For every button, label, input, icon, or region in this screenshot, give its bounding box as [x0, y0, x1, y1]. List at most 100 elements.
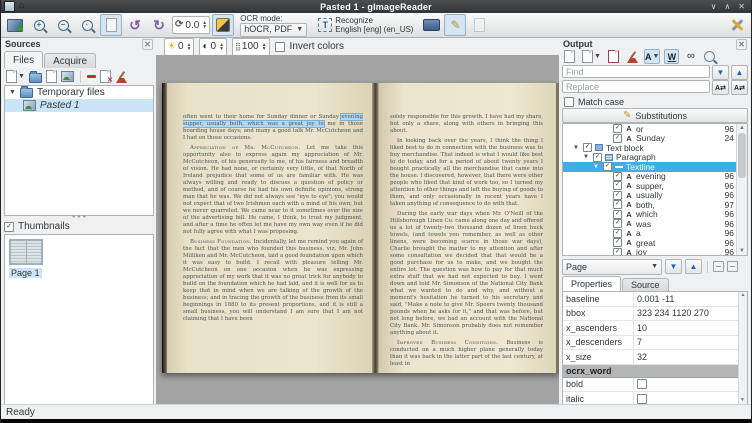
hocr-tree-row[interactable]: ✓Asupper,96	[563, 181, 747, 191]
sources-close-icon[interactable]: ✕	[142, 39, 153, 50]
best-fit-button[interactable]	[100, 14, 122, 36]
contrast-spinbox[interactable]: ◐ 0 ▲▼	[199, 38, 227, 56]
navigation-target-combo[interactable]: Page ▼	[562, 259, 662, 275]
match-case-checkbox[interactable]: ✓	[564, 97, 574, 107]
close-button[interactable]: ✕	[738, 2, 745, 11]
tab-properties[interactable]: Properties	[562, 276, 621, 291]
expander-icon[interactable]: ▼	[593, 164, 600, 170]
hocr-tree-row[interactable]: ✓ASunday24	[563, 134, 747, 144]
settings-button[interactable]	[730, 18, 744, 32]
expander-icon[interactable]: ▼	[9, 89, 16, 96]
save-output-button[interactable]: ▼	[581, 49, 602, 64]
hocr-tree-row[interactable]: ✓Aevening96	[563, 172, 747, 182]
zoom-selection-button[interactable]	[702, 49, 717, 64]
hocr-tree-row[interactable]: ✓Aor96	[563, 124, 747, 134]
page-thumbnail[interactable]	[9, 239, 43, 265]
find-prev-button[interactable]: ▲	[731, 65, 748, 80]
bold-checkbox[interactable]: ✓	[637, 379, 647, 389]
find-replace-toggle[interactable]: A▼	[644, 49, 660, 64]
item-checkbox[interactable]: ✓	[613, 172, 622, 181]
item-checkbox[interactable]: ✓	[613, 248, 622, 256]
resolution-spinner[interactable]: ▲▼	[262, 43, 267, 51]
screenshot-button[interactable]	[61, 71, 74, 82]
zoom-out-button[interactable]: −	[52, 14, 74, 36]
clear-output-button[interactable]	[625, 49, 640, 64]
expander-icon[interactable]: ▼	[573, 145, 580, 151]
source-file-row[interactable]: Pasted 1	[5, 99, 153, 112]
image-viewport[interactable]: often went to their home for Sunday dinn…	[156, 55, 559, 405]
hocr-tree-row[interactable]: ✓Awas96	[563, 219, 747, 229]
replace-input[interactable]	[562, 80, 710, 93]
item-checkbox[interactable]: ✓	[603, 162, 612, 171]
blank-page-button[interactable]	[468, 14, 490, 36]
image-controls-toggle[interactable]	[212, 14, 234, 36]
hocr-tree-row[interactable]: ✓Agreat96	[563, 238, 747, 248]
substitute-button[interactable]: A⇄	[712, 80, 729, 95]
remove-source-button[interactable]	[87, 75, 96, 78]
add-folder-icon[interactable]	[29, 73, 42, 83]
item-checkbox[interactable]: ✓	[613, 181, 622, 190]
brightness-spinner[interactable]: ▲▼	[187, 43, 192, 51]
minimize-button[interactable]: ∨	[711, 2, 717, 11]
hocr-tree-row[interactable]: ▼✓Paragraph	[563, 153, 747, 163]
export-button[interactable]	[606, 49, 621, 64]
item-checkbox[interactable]: ✓	[593, 153, 602, 162]
brightness-spinbox[interactable]: ☀ 0 ▲▼	[164, 38, 194, 56]
tab-acquire[interactable]: Acquire	[44, 53, 96, 68]
scrollbar-thumb[interactable]	[738, 133, 746, 178]
property-value[interactable]: ✓	[634, 394, 747, 404]
item-checkbox[interactable]: ✓	[613, 238, 622, 247]
add-images-button[interactable]: ▼	[6, 70, 25, 83]
invert-colors-checkbox[interactable]: ✓	[275, 42, 285, 52]
tree-scrollbar[interactable]: ▲▼	[736, 124, 747, 255]
hocr-tree-row[interactable]: ✓Aboth,97	[563, 200, 747, 210]
open-hocr-button[interactable]	[562, 49, 577, 64]
expander-icon[interactable]: ▼	[583, 154, 590, 160]
language-manager-button[interactable]	[420, 14, 442, 36]
item-checkbox[interactable]: ✓	[613, 134, 622, 143]
navigate-next-button[interactable]: ▼	[665, 259, 682, 274]
thumbnails-checkbox[interactable]: ✓	[4, 222, 14, 232]
tab-files[interactable]: Files	[4, 51, 43, 68]
substitutions-button[interactable]: ✎ Substitutions	[562, 108, 748, 123]
delete-source-button[interactable]: ✕	[100, 70, 111, 83]
maximize-button[interactable]: ∧	[724, 2, 730, 11]
hocr-tree-row[interactable]: ✓Awhich96	[563, 210, 747, 220]
italic-checkbox[interactable]: ✓	[637, 394, 647, 404]
confidence-toggle[interactable]: W	[664, 49, 679, 64]
expand-all-icon[interactable]	[713, 261, 724, 272]
output-close-icon[interactable]: ✕	[736, 39, 747, 50]
item-checkbox[interactable]: ✓	[613, 200, 622, 209]
find-next-button[interactable]: ▼	[712, 65, 729, 80]
item-checkbox[interactable]: ✓	[613, 229, 622, 238]
property-value[interactable]: 7	[634, 337, 747, 347]
preview-toggle[interactable]: ∞	[683, 49, 698, 64]
source-folder-row[interactable]: ▼ Temporary files	[5, 86, 153, 99]
shade-icon[interactable]: ⌂	[19, 1, 24, 12]
ocr-mode-combo[interactable]: hOCR, PDF ▼	[240, 23, 307, 37]
substitute-all-button[interactable]: A⇄	[731, 80, 748, 95]
hocr-tree-row[interactable]: ▼✓Textline	[563, 162, 747, 172]
navigate-prev-button[interactable]: ▲	[685, 259, 702, 274]
resolution-spinbox[interactable]: ⣿ 100 ▲▼	[232, 38, 270, 56]
item-checkbox[interactable]: ✓	[613, 124, 622, 133]
item-checkbox[interactable]: ✓	[613, 210, 622, 219]
property-value[interactable]: ✓	[634, 379, 747, 389]
recognize-button[interactable]: T Recognize English [eng] (en_US)	[313, 14, 418, 36]
property-value[interactable]: 0.001 -11	[634, 294, 747, 304]
thumbnail-caption[interactable]: Page 1	[9, 268, 42, 278]
hocr-tree-row[interactable]: ▼✓Text block	[563, 143, 747, 153]
item-checkbox[interactable]: ✓	[613, 191, 622, 200]
ocr-selection-highlight[interactable]: evening supper, usually both, which was …	[183, 114, 363, 127]
rotate-left-button[interactable]: ↺	[124, 14, 146, 36]
tab-source[interactable]: Source	[622, 278, 669, 291]
zoom-in-button[interactable]: +	[28, 14, 50, 36]
table-scrollbar[interactable]: ▲▼	[738, 292, 747, 404]
hocr-tree-row[interactable]: ✓Ajoy96	[563, 248, 747, 257]
splitter-handle[interactable]: ● ● ●	[2, 215, 156, 219]
property-value[interactable]: 10	[634, 323, 747, 333]
item-checkbox[interactable]: ✓	[583, 143, 592, 152]
rotation-spinner[interactable]: ▲▼	[202, 21, 207, 29]
collapse-all-icon[interactable]	[727, 261, 738, 272]
item-checkbox[interactable]: ✓	[613, 219, 622, 228]
